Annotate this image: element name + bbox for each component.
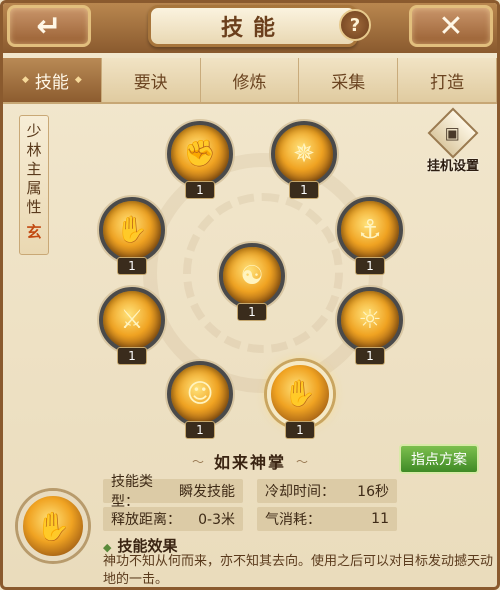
kick-stance-icon: ⚓ xyxy=(337,197,403,263)
idle-settings-button[interactable]: ▣ 挂机设置 xyxy=(423,107,483,174)
skill-level-badge: 1 xyxy=(237,303,267,321)
guidance-plan-button[interactable]: 指点方案 xyxy=(399,444,479,474)
skill-node-bottom-left[interactable]: ☺ 1 xyxy=(167,361,233,439)
range-value: 0-3米 xyxy=(198,512,235,528)
skill-node-left-lower[interactable]: ⚔ 1 xyxy=(99,287,165,365)
tab-skills[interactable]: ◆ 技能 ◆ xyxy=(3,58,102,102)
ornament-right-icon: 〜 xyxy=(296,454,309,469)
skill-type-value: 瞬发技能 xyxy=(179,484,235,500)
title-bar: ↵ 技能 ? ✕ xyxy=(3,3,497,53)
skill-node-left-upper[interactable]: ✋ 1 xyxy=(99,197,165,275)
skill-node-center[interactable]: ☯ 1 xyxy=(219,243,285,321)
back-arrow-icon: ↵ xyxy=(36,8,62,44)
skill-level-badge: 1 xyxy=(117,347,147,365)
diamond-icon: ◆ xyxy=(21,75,29,85)
selected-skill-icon: ✋ xyxy=(18,491,88,561)
close-button[interactable]: ✕ xyxy=(409,5,493,47)
skill-level-badge: 1 xyxy=(117,257,147,275)
attribute-char: 少 xyxy=(26,122,42,140)
attribute-char: 林 xyxy=(26,141,42,159)
tab-crafting[interactable]: 打造 xyxy=(398,58,497,102)
skill-level-badge: 1 xyxy=(355,347,385,365)
tab-label: 技能 xyxy=(34,72,69,93)
tab-label: 要诀 xyxy=(133,72,168,93)
tab-bar: ◆ 技能 ◆ 要诀 修炼 采集 打造 xyxy=(3,58,497,104)
title-plate: 技能 xyxy=(148,5,358,47)
skill-level-badge: 1 xyxy=(289,181,319,199)
skill-level-badge: 1 xyxy=(355,257,385,275)
tab-label: 打造 xyxy=(430,72,465,93)
cooldown-label: 冷却时间： xyxy=(265,484,335,500)
tab-label: 修炼 xyxy=(232,72,267,93)
skill-level-badge: 1 xyxy=(185,181,215,199)
tab-cultivation[interactable]: 修炼 xyxy=(200,58,300,102)
skill-node-top-left[interactable]: ✊ 1 xyxy=(167,121,233,199)
skill-type-label: 技能类型： xyxy=(111,474,153,510)
sect-attribute-panel: 少 林 主 属 性 玄 xyxy=(19,115,49,255)
ornament-left-icon: 〜 xyxy=(191,454,204,469)
skill-window: ↵ 技能 ? ✕ ◆ 技能 ◆ 要诀 修炼 采集 打造 少 林 主 属 性 玄 … xyxy=(0,0,500,590)
attribute-element: 玄 xyxy=(26,223,42,241)
skill-node-bottom-right-selected[interactable]: ✋ 1 xyxy=(267,361,333,439)
back-button[interactable]: ↵ xyxy=(7,5,91,47)
page-title: 技能 xyxy=(220,15,285,41)
fist-strike-icon: ✊ xyxy=(167,121,233,187)
skill-type-row: 技能类型： 瞬发技能 xyxy=(103,474,243,510)
swirl-sigil-icon: ☯ xyxy=(219,243,285,309)
qi-cost-label: 气消耗： xyxy=(265,512,321,528)
attribute-char: 属 xyxy=(26,179,42,197)
monk-staff-icon: ⚔ xyxy=(99,287,165,353)
effect-description: 神功不知从何而来，亦不知其去向。使用之后可以对目标发动撼天动地的一击。 xyxy=(103,554,494,587)
claw-palm-icon: ✋ xyxy=(267,361,333,427)
qi-cost-row: 气消耗： 11 xyxy=(257,507,397,531)
skill-node-right-upper[interactable]: ⚓ 1 xyxy=(337,197,403,275)
monitor-icon: ▣ xyxy=(427,107,479,159)
skill-level-badge: 1 xyxy=(185,421,215,439)
selected-skill-name: 如来神掌 xyxy=(213,453,286,472)
range-row: 释放距离： 0-3米 xyxy=(103,507,243,531)
tab-label: 采集 xyxy=(331,72,366,93)
diamond-icon: ◆ xyxy=(74,75,82,85)
attribute-char: 性 xyxy=(26,198,42,216)
golden-palm-icon: ✋ xyxy=(99,197,165,263)
lion-roar-icon: ☼ xyxy=(337,287,403,353)
attribute-char: 主 xyxy=(26,160,42,178)
tab-gathering[interactable]: 采集 xyxy=(299,58,399,102)
golden-body-icon: ☺ xyxy=(167,361,233,427)
cooldown-value: 16秒 xyxy=(357,484,389,500)
range-label: 释放距离： xyxy=(111,512,181,528)
cooldown-row: 冷却时间： 16秒 xyxy=(257,479,397,503)
question-icon: ? xyxy=(349,14,361,36)
skill-level-badge: 1 xyxy=(285,421,315,439)
qi-cost-value: 11 xyxy=(371,511,389,527)
help-button[interactable]: ? xyxy=(339,9,371,41)
skill-node-top-right[interactable]: ✵ 1 xyxy=(271,121,337,199)
tab-secrets[interactable]: 要诀 xyxy=(101,58,201,102)
close-icon: ✕ xyxy=(438,8,464,44)
golden-blast-icon: ✵ xyxy=(271,121,337,187)
skill-node-right-lower[interactable]: ☼ 1 xyxy=(337,287,403,365)
